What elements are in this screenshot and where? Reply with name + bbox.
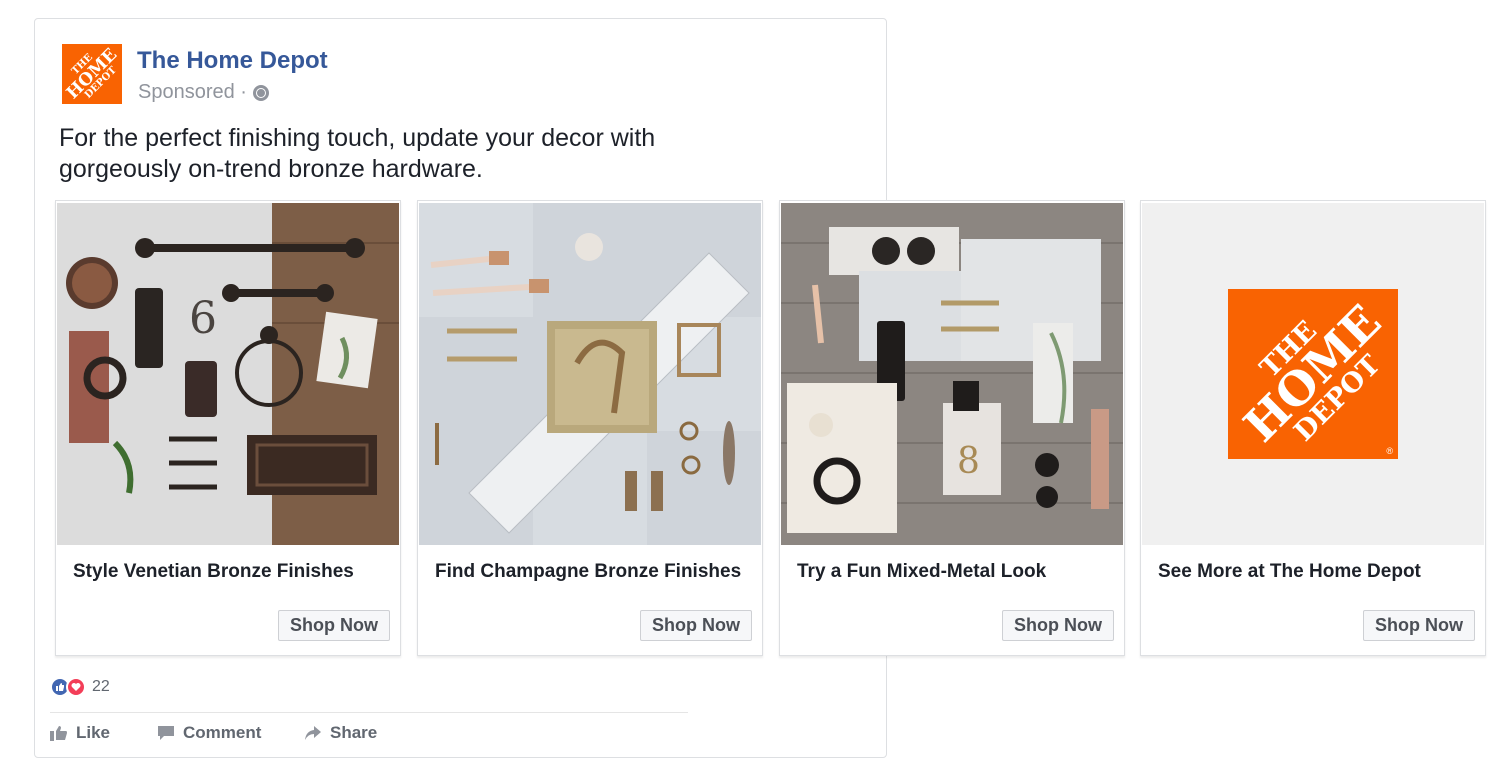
reaction-summary[interactable]: 22 [50,677,110,697]
home-depot-logo[interactable]: THE HOME DEPOT [62,44,122,104]
card-image-home-depot-logo[interactable]: THE HOME DEPOT ® [1142,203,1484,545]
shop-now-button[interactable]: Shop Now [1363,610,1475,641]
carousel-card-2[interactable]: Find Champagne Bronze Finishes Shop Now [417,200,763,656]
sponsored-label: Sponsored · [138,81,269,104]
shop-now-button[interactable]: Shop Now [640,610,752,641]
page-name-link[interactable]: The Home Depot [137,47,328,75]
card-title[interactable]: Style Venetian Bronze Finishes [73,561,354,583]
love-reaction-icon [66,677,86,697]
card-image-mixed-metal[interactable]: 8 [781,203,1123,545]
card-title[interactable]: See More at The Home Depot [1158,561,1421,583]
reaction-count[interactable]: 22 [92,678,110,696]
carousel-card-3[interactable]: 8 Try a Fun Mixed-Metal Look Shop Now [779,200,1125,656]
svg-text:8: 8 [957,441,980,482]
card-image-venetian-bronze[interactable]: 6 [57,203,399,545]
card-image-champagne-bronze[interactable] [419,203,761,545]
comment-button[interactable]: Comment [157,723,261,743]
card-title[interactable]: Try a Fun Mixed-Metal Look [797,561,1046,583]
carousel-card-1[interactable]: 6 Style Venetian Bronze Finishes Shop No… [55,200,401,656]
card-title[interactable]: Find Champagne Bronze Finishes [435,561,741,583]
divider [50,712,688,713]
svg-text:6: 6 [189,293,217,344]
globe-icon [252,84,269,101]
post-text: For the perfect finishing touch, update … [59,124,656,183]
share-button[interactable]: Share [304,723,377,743]
shop-now-button[interactable]: Shop Now [278,610,390,641]
share-arrow-icon [305,726,321,740]
shop-now-button[interactable]: Shop Now [1002,610,1114,641]
thumbs-up-icon [50,726,67,741]
like-button[interactable]: Like [50,723,110,743]
home-depot-logo-large: THE HOME DEPOT ® [1228,289,1398,459]
comment-icon [158,726,174,740]
carousel-card-4[interactable]: THE HOME DEPOT ® See More at The Home De… [1140,200,1486,656]
